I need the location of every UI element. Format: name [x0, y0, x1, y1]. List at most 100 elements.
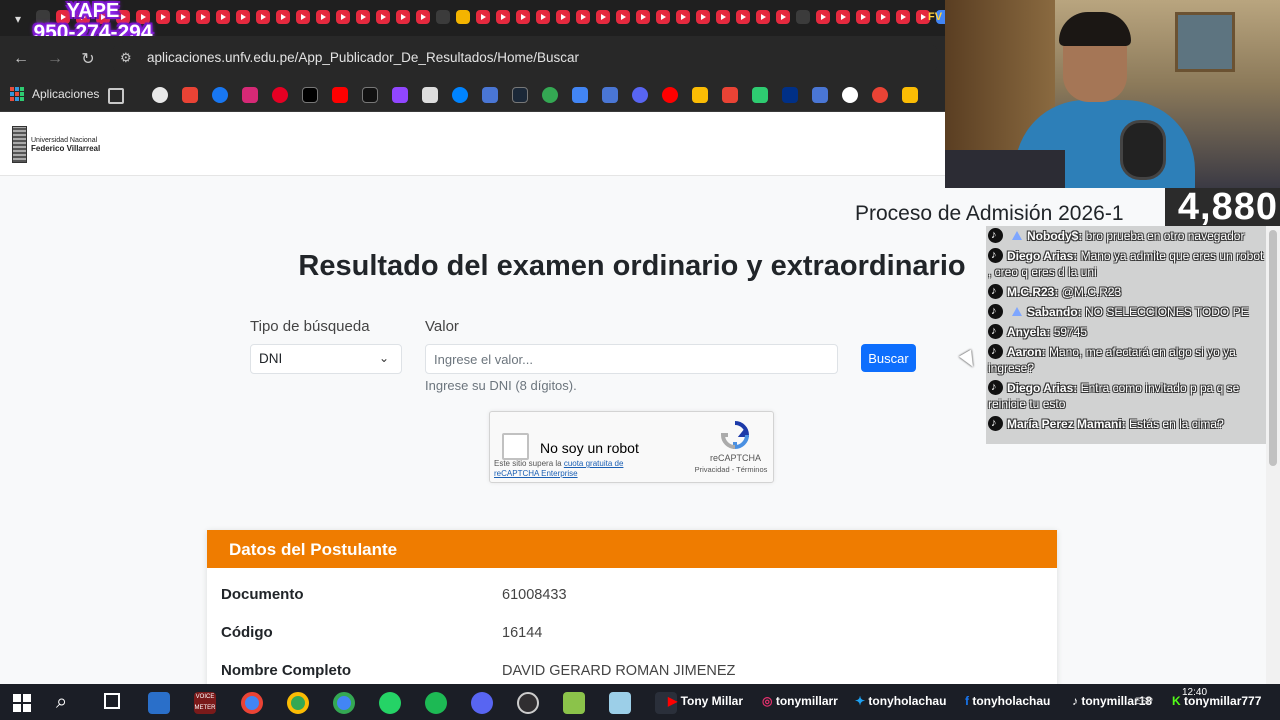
search-value-input[interactable] — [425, 344, 838, 374]
row-label-code: Código — [221, 624, 273, 641]
photos-icon[interactable] — [722, 87, 738, 103]
youtube-handle: ▶ Tony Millar — [668, 694, 743, 708]
url-text[interactable]: aplicaciones.unfv.edu.pe/App_Publicador_… — [147, 50, 579, 65]
logo-line2: Federico Villarreal — [31, 143, 101, 153]
clock-icon[interactable] — [842, 87, 858, 103]
gmail-icon[interactable] — [182, 87, 198, 103]
chat-message: Diego Arias: Mano ya admite que eres un … — [986, 246, 1266, 282]
applicant-card-header: Datos del Postulante — [207, 530, 1057, 568]
chat-user: Nobody$: — [1027, 229, 1083, 243]
drive-icon[interactable] — [692, 87, 708, 103]
voicemeeter-icon[interactable]: VOICE METER — [194, 692, 216, 714]
app-icon[interactable] — [563, 692, 585, 714]
widgets-icon[interactable] — [148, 692, 170, 714]
chat-message: Anyela: 59745 — [986, 322, 1266, 342]
chat-text: Estás en la cima? — [1125, 417, 1224, 431]
forward-arrow-icon[interactable]: → — [44, 48, 66, 70]
maps-icon[interactable] — [542, 87, 558, 103]
logo-line1: Universidad Nacional — [31, 136, 98, 144]
twitter-handle: ✦ tonyholachau — [855, 694, 946, 708]
clock-time[interactable]: 12:40 — [1182, 687, 1207, 698]
extension-icon[interactable] — [482, 87, 498, 103]
facebook-handle: f tonyholachau — [965, 694, 1050, 708]
browser-toolbar: ← → ↻ ⚙ aplicaciones.unfv.edu.pe/App_Pub… — [0, 36, 945, 80]
gallery-icon[interactable] — [422, 87, 438, 103]
recaptcha-links[interactable]: Privacidad - Términos — [686, 465, 776, 474]
recaptcha-brand: reCAPTCHA — [709, 453, 761, 463]
youtube-music-icon[interactable] — [662, 87, 678, 103]
search-type-select[interactable]: DNI ⌄ — [250, 344, 402, 374]
translate-icon[interactable] — [572, 87, 588, 103]
tiktok-icon[interactable] — [362, 87, 378, 103]
task-view-icon[interactable] — [104, 693, 120, 709]
discord-icon[interactable] — [632, 87, 648, 103]
webcam-person-hair — [1059, 12, 1131, 46]
steam-icon[interactable] — [512, 87, 528, 103]
windows-start-icon[interactable] — [13, 694, 31, 712]
windows-taskbar: ⌕ VOICE METER ▶ Tony Millar ◎ tonymillar… — [0, 684, 1280, 720]
chrome-profile2-icon[interactable] — [333, 692, 355, 714]
row-label-fullname: Nombre Completo — [221, 662, 352, 679]
search-button[interactable]: Buscar — [861, 344, 916, 372]
chat-text: 59745 — [1050, 325, 1088, 339]
row-value-fullname: DAVID GERARD ROMAN JIMENEZ — [502, 663, 736, 679]
twitter-icon: ✦ — [855, 694, 866, 708]
apps-grid-icon — [10, 87, 24, 101]
chat-message: Sabando: NO SELECCIONES TODO PE — [986, 302, 1266, 322]
chat-user: Diego Arias: — [1007, 381, 1078, 395]
bookmark-apps[interactable]: Aplicaciones — [10, 87, 99, 101]
paypal-icon[interactable] — [782, 87, 798, 103]
x-icon[interactable] — [302, 87, 318, 103]
chat-user: Aaron: — [1007, 345, 1046, 359]
back-arrow-icon[interactable]: ← — [10, 48, 32, 70]
chat-text: NO SELECCIONES TODO PE — [1081, 305, 1249, 319]
discord-icon[interactable] — [471, 692, 493, 714]
bookmark-icons — [152, 87, 918, 103]
chat-message: Nobody$: bro prueba en otro navegador — [986, 226, 1266, 246]
notes-icon[interactable] — [609, 692, 631, 714]
classroom-icon[interactable] — [902, 87, 918, 103]
reload-icon[interactable]: ↻ — [77, 48, 99, 70]
meet-icon[interactable] — [752, 87, 768, 103]
youtube-icon[interactable] — [332, 87, 348, 103]
search-type-label: Tipo de búsqueda — [250, 318, 370, 335]
alert-icon[interactable] — [872, 87, 888, 103]
docs-icon[interactable] — [602, 87, 618, 103]
bookmarks-bar: Aplicaciones — [0, 80, 945, 112]
yape-title: YAPE — [66, 0, 120, 22]
chevron-down-icon: ⌄ — [378, 351, 389, 365]
tab-last-label[interactable]: FV — [928, 11, 942, 23]
chrome-icon[interactable] — [241, 692, 263, 714]
search-icon[interactable]: ⌕ — [56, 691, 67, 714]
tiktok-icon: ♪ — [1072, 694, 1078, 708]
tiktok-icon — [988, 415, 1003, 431]
moderator-badge-icon — [1012, 307, 1022, 316]
address-bar[interactable]: ⚙ aplicaciones.unfv.edu.pe/App_Publicado… — [110, 42, 940, 74]
kick-icon: K — [1172, 694, 1181, 708]
messenger-icon[interactable] — [452, 87, 468, 103]
scrollbar-thumb[interactable] — [1269, 230, 1277, 466]
whatsapp-icon[interactable] — [379, 692, 401, 714]
extension2-icon[interactable] — [812, 87, 828, 103]
facebook-icon[interactable] — [212, 87, 228, 103]
twitch-icon[interactable] — [392, 87, 408, 103]
chatgpt-icon[interactable] — [152, 87, 168, 103]
tab-strip[interactable] — [36, 10, 946, 26]
spotify-icon[interactable] — [425, 692, 447, 714]
webcam-overlay — [945, 0, 1280, 188]
instagram-icon[interactable] — [242, 87, 258, 103]
applicant-card: Datos del Postulante Documento 61008433 … — [207, 530, 1057, 684]
university-logo[interactable]: Universidad Nacional Federico Villarreal — [12, 126, 100, 163]
tiktok-icon — [988, 227, 1003, 243]
recaptcha-label[interactable]: No soy un robot — [540, 440, 639, 456]
site-settings-icon[interactable]: ⚙ — [120, 50, 136, 66]
chrome-profile-icon[interactable] — [287, 692, 309, 714]
pinterest-icon[interactable] — [272, 87, 288, 103]
obs-icon[interactable] — [517, 692, 539, 714]
taskbar-label: tonyholachau — [868, 694, 947, 708]
viewer-count: 4,880 — [1165, 188, 1280, 226]
taskbar-label: tonyholachau — [972, 694, 1051, 708]
language-indicator[interactable]: ESP — [1135, 696, 1153, 706]
recaptcha-checkbox[interactable] — [502, 433, 529, 460]
tab-groups-icon[interactable] — [108, 88, 124, 104]
